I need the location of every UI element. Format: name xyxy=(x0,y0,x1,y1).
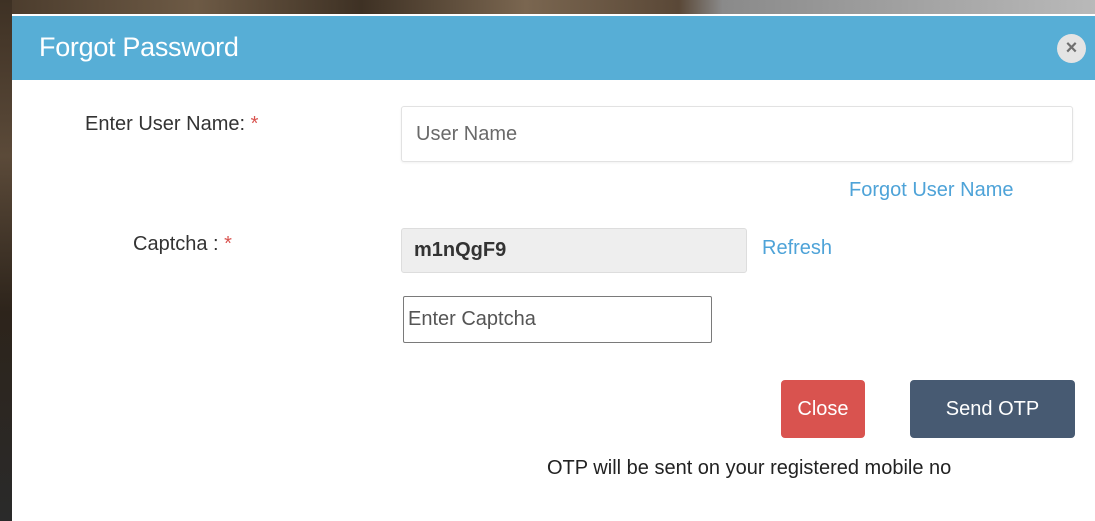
refresh-captcha-link[interactable]: Refresh xyxy=(762,237,832,260)
username-label: Enter User Name: * xyxy=(85,113,258,136)
otp-note: OTP will be sent on your registered mobi… xyxy=(547,457,952,479)
captcha-label: Captcha : * xyxy=(133,233,232,256)
close-button[interactable]: Close xyxy=(781,380,865,438)
send-otp-button[interactable]: Send OTP xyxy=(910,380,1075,438)
captcha-input[interactable] xyxy=(403,296,712,343)
captcha-label-text: Captcha : xyxy=(133,233,219,255)
username-label-text: Enter User Name: xyxy=(85,113,246,135)
required-mark: * xyxy=(224,233,232,255)
required-mark: * xyxy=(250,113,259,135)
modal-title: Forgot Password xyxy=(39,32,239,62)
background-page-edge xyxy=(0,0,12,521)
close-icon[interactable]: × xyxy=(1057,34,1086,63)
modal-header: Forgot Password × xyxy=(12,16,1095,80)
username-input[interactable] xyxy=(401,106,1073,162)
forgot-password-modal: Forgot Password × Enter User Name: * For… xyxy=(12,16,1095,521)
background-page-strip xyxy=(0,0,1095,14)
forgot-username-link[interactable]: Forgot User Name xyxy=(849,179,1014,202)
captcha-code: m1nQgF9 xyxy=(401,228,747,273)
